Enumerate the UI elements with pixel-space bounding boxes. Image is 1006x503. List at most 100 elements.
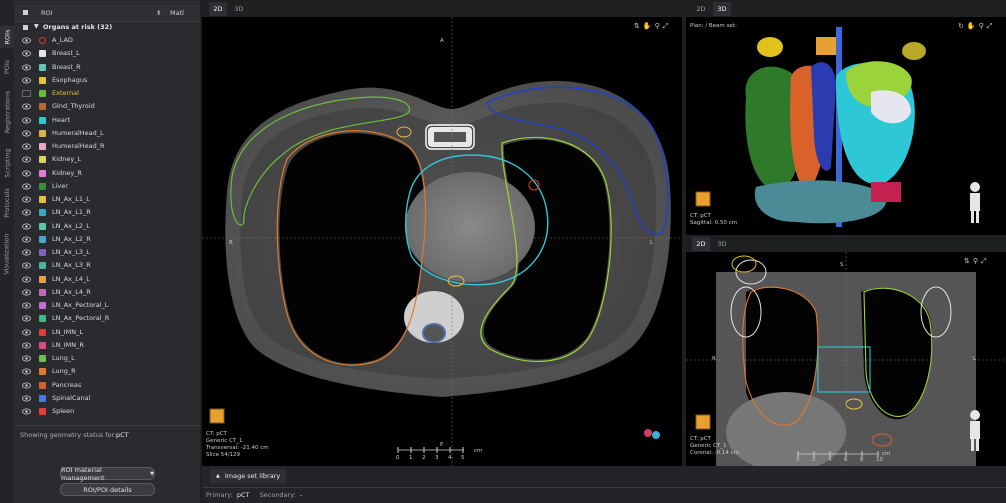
roi-row[interactable]: LN_Ax_L4_L	[14, 273, 194, 286]
roi-row[interactable]: HumeralHead_L	[14, 127, 194, 140]
eye-icon[interactable]	[22, 77, 31, 86]
roi-row[interactable]: Pancreas	[14, 379, 194, 392]
roi-row[interactable]: LN_Ax_L1_R	[14, 206, 194, 219]
roi-color-swatch[interactable]	[39, 90, 46, 97]
window-level-icon[interactable]: ⇅	[634, 22, 643, 30]
roi-row[interactable]: HumeralHead_R	[14, 140, 194, 153]
zoom-icon[interactable]: ⚲	[973, 257, 981, 265]
roi-color-swatch[interactable]	[39, 394, 46, 402]
roi-row[interactable]: Liver	[14, 180, 194, 193]
tab-2d[interactable]: 2D	[209, 2, 227, 16]
tab-registrations[interactable]: Registrations	[0, 86, 14, 138]
window-level-icon[interactable]: ⇅	[964, 257, 973, 265]
roi-color-swatch[interactable]	[39, 169, 46, 177]
eye-icon[interactable]	[22, 249, 31, 258]
roi-color-swatch[interactable]	[39, 129, 46, 137]
eye-icon[interactable]	[22, 64, 31, 73]
roi-row[interactable]: LN_Ax_L2_L	[14, 220, 194, 233]
eye-icon[interactable]	[22, 262, 31, 271]
orientation-cube-icon[interactable]	[209, 408, 225, 424]
roi-row[interactable]: A_LAD	[14, 34, 194, 47]
roi-color-swatch[interactable]	[39, 368, 46, 376]
roi-material-management-button[interactable]: ROI material management ▼	[60, 466, 155, 482]
mannequin-icon[interactable]	[970, 182, 980, 223]
tab-protocols[interactable]: Protocols	[0, 186, 14, 220]
roi-color-swatch[interactable]	[39, 328, 46, 336]
roi-color-swatch[interactable]	[39, 355, 46, 362]
zoom-icon[interactable]: ⚲	[655, 22, 663, 30]
group-checkbox[interactable]	[23, 25, 28, 30]
eye-icon[interactable]	[22, 103, 31, 112]
roi-color-swatch[interactable]	[39, 275, 46, 283]
tab-2d[interactable]: 2D	[692, 2, 710, 16]
roi-color-swatch[interactable]	[39, 381, 46, 389]
roi-row[interactable]: Breast_L	[14, 47, 194, 60]
roi-color-swatch[interactable]	[39, 156, 46, 164]
roi-color-swatch[interactable]	[39, 76, 46, 84]
eye-icon[interactable]	[22, 342, 31, 351]
roi-row[interactable]: Spleen	[14, 405, 194, 418]
roi-color-swatch[interactable]	[39, 209, 46, 217]
roi-row[interactable]: LN_Ax_Pectoral_L	[14, 299, 194, 312]
visibility-off-icon[interactable]	[22, 90, 31, 99]
orientation-cube-icon[interactable]	[695, 414, 711, 430]
secondary-image-set[interactable]: -	[300, 491, 302, 499]
eye-icon[interactable]	[22, 368, 31, 377]
eye-icon[interactable]	[22, 329, 31, 338]
transversal-viewport[interactable]: A R L P CT: pCT Generic CT_1 Transversal…	[202, 17, 682, 466]
roi-row[interactable]: Kidney_L	[14, 153, 194, 166]
roi-color-swatch[interactable]	[39, 341, 46, 349]
roi-color-swatch[interactable]	[39, 196, 46, 203]
eye-icon[interactable]	[22, 408, 31, 417]
eye-icon[interactable]	[22, 395, 31, 404]
tab-pois[interactable]: POIs	[0, 56, 14, 78]
roi-color-swatch[interactable]	[39, 408, 46, 415]
pan-hand-icon[interactable]: ✋	[643, 22, 655, 30]
anatomy-icon[interactable]	[644, 429, 660, 439]
roi-row[interactable]: Lung_R	[14, 365, 194, 378]
roi-row[interactable]: LN_Ax_L2_R	[14, 233, 194, 246]
roi-row[interactable]: LN_Ax_L4_R	[14, 286, 194, 299]
eye-icon[interactable]	[22, 276, 31, 285]
image-set-library-toggle[interactable]: ▲ Image set library	[210, 469, 287, 483]
roi-color-swatch[interactable]	[39, 143, 46, 150]
tab-3d[interactable]: 3D	[713, 237, 731, 251]
select-all-checkbox[interactable]	[23, 10, 28, 15]
eye-icon[interactable]	[22, 156, 31, 165]
roi-color-swatch[interactable]	[39, 37, 46, 44]
tab-scripting[interactable]: Scripting	[0, 146, 14, 180]
coronal-viewport[interactable]: S R L CT: pCT Generic CT_1 Coronal: -0.1…	[686, 252, 1006, 466]
roi-poi-details-button[interactable]: ROI/POI details	[60, 483, 155, 496]
tab-visualization[interactable]: Visualization	[0, 232, 14, 276]
roi-color-swatch[interactable]	[39, 249, 46, 256]
rotate-icon[interactable]: ↻	[958, 22, 967, 30]
eye-icon[interactable]	[22, 355, 31, 364]
material-column-header[interactable]: Matl	[170, 9, 184, 17]
roi-column-header[interactable]: ROI	[41, 9, 53, 17]
orientation-cube-icon[interactable]	[695, 191, 711, 207]
roi-color-swatch[interactable]	[39, 315, 46, 323]
eye-icon[interactable]	[22, 236, 31, 245]
roi-row[interactable]: LN_Ax_L3_R	[14, 259, 194, 272]
tab-2d[interactable]: 2D	[692, 237, 710, 251]
fit-icon[interactable]: ⤢	[981, 257, 990, 265]
eye-icon[interactable]	[22, 37, 31, 46]
eye-icon[interactable]	[22, 50, 31, 59]
collapse-arrow-icon[interactable]: ▼	[34, 23, 39, 30]
sort-icon[interactable]: ⬍	[156, 9, 161, 17]
roi-row[interactable]: Lung_L	[14, 352, 194, 365]
eye-icon[interactable]	[22, 289, 31, 298]
roi-row[interactable]: SpinalCanal	[14, 392, 194, 405]
fit-icon[interactable]: ⤢	[987, 22, 996, 30]
roi-color-swatch[interactable]	[39, 235, 46, 243]
roi-color-swatch[interactable]	[39, 182, 46, 190]
roi-color-swatch[interactable]	[39, 103, 46, 111]
fit-icon[interactable]: ⤢	[663, 22, 672, 30]
roi-row[interactable]: Kidney_R	[14, 167, 194, 180]
roi-color-swatch[interactable]	[39, 116, 46, 124]
eye-icon[interactable]	[22, 382, 31, 391]
primary-image-set[interactable]: pCT	[237, 491, 250, 499]
roi-row[interactable]: Esophagus	[14, 74, 194, 87]
eye-icon[interactable]	[22, 315, 31, 324]
eye-icon[interactable]	[22, 223, 31, 232]
